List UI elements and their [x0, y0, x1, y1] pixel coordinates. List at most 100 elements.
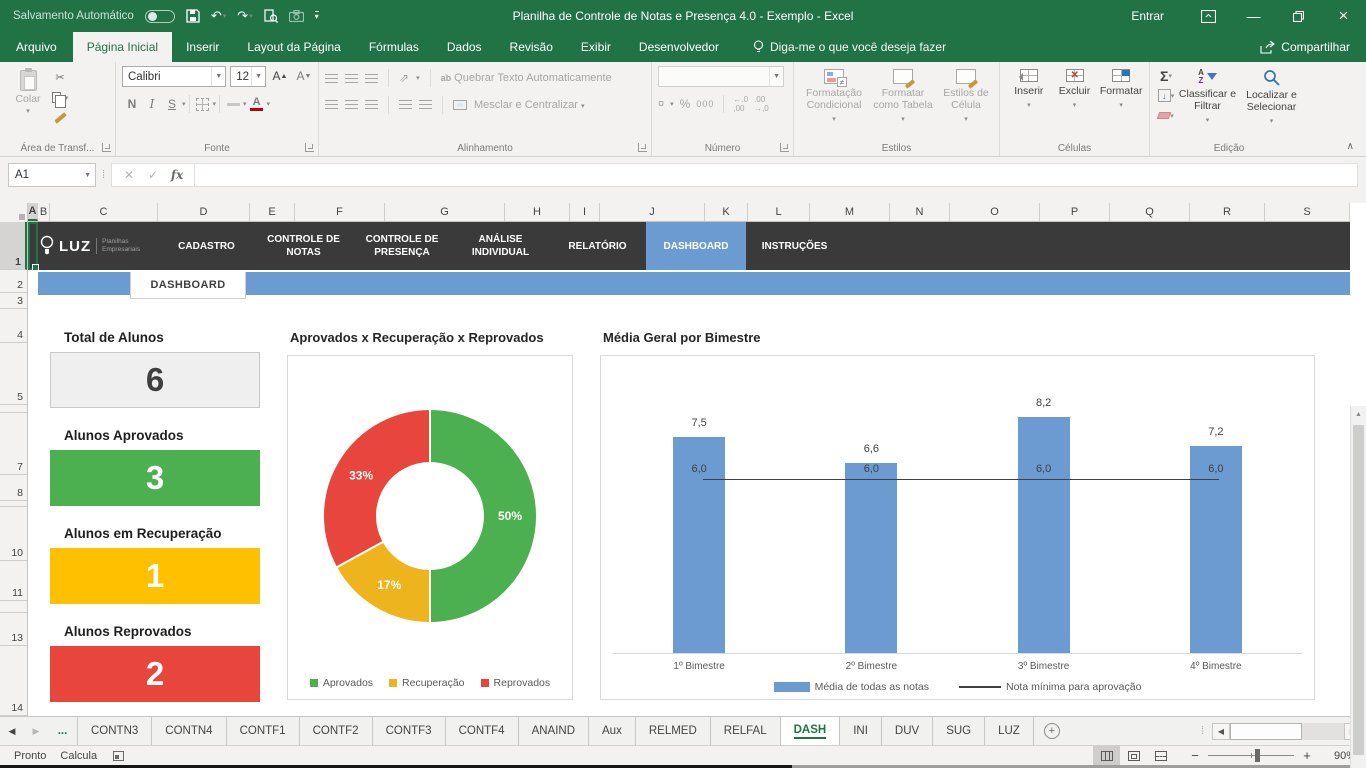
increase-decimal-icon[interactable]: ←.0,00: [733, 95, 748, 113]
column-header-j[interactable]: J: [600, 203, 705, 221]
restore-button[interactable]: [1276, 0, 1321, 32]
row-header-14[interactable]: 14: [0, 646, 27, 716]
font-color-icon[interactable]: A: [247, 94, 267, 114]
row-header-3[interactable]: 3: [0, 293, 27, 309]
column-header-f[interactable]: F: [295, 203, 385, 221]
horizontal-scrollbar[interactable]: ⁞ ◀ ▶: [1193, 717, 1366, 745]
nav-item-controle-de-presenca[interactable]: CONTROLE DE PRESENÇA: [352, 222, 452, 270]
page-layout-view-button[interactable]: [1120, 746, 1147, 766]
percent-style-button[interactable]: %: [680, 97, 691, 111]
zoom-slider[interactable]: [1208, 755, 1294, 756]
save-icon[interactable]: [186, 9, 200, 23]
print-preview-icon[interactable]: [264, 9, 278, 23]
new-sheet-button[interactable]: +: [1034, 717, 1070, 745]
tab-exibir[interactable]: Exibir: [567, 32, 625, 62]
zoom-in-button[interactable]: +: [1302, 748, 1312, 763]
sheet-tab-dash[interactable]: DASH: [781, 717, 841, 745]
scroll-up-icon[interactable]: ▲: [1351, 406, 1366, 423]
sheet-nav-left-icon[interactable]: ◀: [0, 717, 24, 745]
insert-cells-button[interactable]: Inserir▾: [1006, 66, 1052, 112]
format-painter-icon[interactable]: [50, 109, 70, 126]
sheet-tab-contf4[interactable]: CONTF4: [446, 717, 519, 745]
clipboard-dialog-launcher[interactable]: [102, 143, 111, 152]
tab-layout-da-pagina[interactable]: Layout da Página: [233, 32, 354, 62]
find-select-button[interactable]: Localizar e Selecionar▾: [1239, 66, 1304, 128]
bar-chart-panel[interactable]: 7,56,06,66,08,26,07,26,0 1º Bimestre2º B…: [600, 355, 1315, 700]
row-header-8[interactable]: 8: [0, 475, 27, 501]
sheet-tab-anaind[interactable]: ANAIND: [519, 717, 589, 745]
sheet-tab-relmed[interactable]: RELMED: [636, 717, 711, 745]
alignment-dialog-launcher[interactable]: [638, 143, 647, 152]
nav-item-relatorio[interactable]: RELATÓRIO: [549, 222, 646, 270]
tell-me-box[interactable]: Diga-me o que você deseja fazer: [753, 32, 946, 62]
column-header-r[interactable]: R: [1190, 203, 1265, 221]
sheet-tab-sug[interactable]: SUG: [933, 717, 985, 745]
sheet-tab-relfal[interactable]: RELFAL: [711, 717, 781, 745]
sheet-nav-right-icon[interactable]: ▶: [24, 717, 48, 745]
clear-icon[interactable]: ▾: [1156, 107, 1176, 124]
column-header-i[interactable]: I: [570, 203, 600, 221]
sheet-tab-contn4[interactable]: CONTN4: [152, 717, 226, 745]
tab-revisao[interactable]: Revisão: [496, 32, 567, 62]
row-header-11[interactable]: 11: [0, 561, 27, 601]
column-header-q[interactable]: Q: [1110, 203, 1190, 221]
column-header-s[interactable]: S: [1265, 203, 1350, 221]
row-header-4[interactable]: 4: [0, 309, 27, 343]
column-header-m[interactable]: M: [810, 203, 890, 221]
formula-bar-divider[interactable]: ⁞: [96, 169, 111, 181]
font-dialog-launcher[interactable]: [305, 143, 314, 152]
format-cells-button[interactable]: Formatar▾: [1097, 66, 1145, 112]
align-left-icon[interactable]: [325, 100, 338, 111]
fill-down-icon[interactable]: ↓▾: [1156, 87, 1176, 104]
row-header-6[interactable]: [0, 405, 27, 413]
sheet-overflow-indicator[interactable]: ...: [48, 717, 78, 745]
row-header-13[interactable]: 13: [0, 613, 27, 646]
page-break-view-button[interactable]: [1147, 746, 1174, 766]
tab-arquivo[interactable]: Arquivo: [0, 32, 73, 62]
delete-cells-button[interactable]: Excluir▾: [1052, 66, 1098, 112]
tab-formulas[interactable]: Fórmulas: [355, 32, 433, 62]
column-header-c[interactable]: C: [50, 203, 158, 221]
bold-button[interactable]: N: [122, 94, 142, 114]
tab-pagina-inicial[interactable]: Página Inicial: [73, 32, 172, 62]
vertical-scroll-thumb[interactable]: [1353, 425, 1364, 755]
vertical-scrollbar[interactable]: ▲ ▼: [1350, 406, 1366, 768]
select-all-corner[interactable]: [0, 203, 28, 222]
column-header-p[interactable]: P: [1040, 203, 1110, 221]
row-header-2[interactable]: 2: [0, 270, 27, 293]
orientation-icon[interactable]: ⇗: [399, 71, 409, 85]
autosum-icon[interactable]: Σ▾: [1156, 67, 1176, 84]
font-size-combo[interactable]: 12▼: [230, 66, 266, 87]
decrease-indent-icon[interactable]: [399, 100, 412, 111]
underline-button[interactable]: S: [162, 94, 182, 114]
tab-dados[interactable]: Dados: [433, 32, 496, 62]
splitter-dots[interactable]: ⁞: [1193, 725, 1212, 737]
borders-dropdown-icon[interactable]: ▾: [213, 100, 217, 108]
sheet-tab-ini[interactable]: INI: [840, 717, 882, 745]
align-center-icon[interactable]: [345, 100, 358, 111]
column-header-o[interactable]: O: [950, 203, 1040, 221]
paste-button[interactable]: Colar ▾: [6, 66, 50, 115]
collapse-ribbon-icon[interactable]: ∧: [1347, 141, 1354, 152]
sheet-tab-contn3[interactable]: CONTN3: [78, 717, 152, 745]
fill-color-icon[interactable]: [223, 94, 243, 114]
italic-button[interactable]: I: [142, 94, 162, 114]
copy-icon[interactable]: ▾: [50, 89, 70, 106]
close-button[interactable]: ×: [1321, 0, 1366, 32]
merge-center-button[interactable]: Mesclar e Centralizar ▾: [474, 99, 585, 111]
nav-item-analise-individual[interactable]: ANÁLISE INDIVIDUAL: [452, 222, 549, 270]
align-top-icon[interactable]: [325, 74, 338, 83]
increase-font-icon[interactable]: A▲: [270, 66, 290, 86]
row-header-10[interactable]: 10: [0, 507, 27, 561]
borders-icon[interactable]: [193, 94, 213, 114]
column-header-b[interactable]: B: [38, 203, 50, 221]
zoom-slider-thumb[interactable]: [1255, 749, 1260, 762]
nav-item-controle-de-notas[interactable]: CONTROLE DE NOTAS: [255, 222, 352, 270]
column-header-g[interactable]: G: [385, 203, 505, 221]
decrease-decimal-icon[interactable]: .00→,0: [754, 95, 769, 113]
font-name-combo[interactable]: Calibri▼: [122, 66, 226, 87]
row-header-7[interactable]: 7: [0, 413, 27, 475]
donut-chart-panel[interactable]: 50%17%33% AprovadosRecuperaçãoReprovados: [287, 355, 573, 700]
column-header-n[interactable]: N: [890, 203, 950, 221]
underline-dropdown-icon[interactable]: ▾: [182, 100, 186, 108]
